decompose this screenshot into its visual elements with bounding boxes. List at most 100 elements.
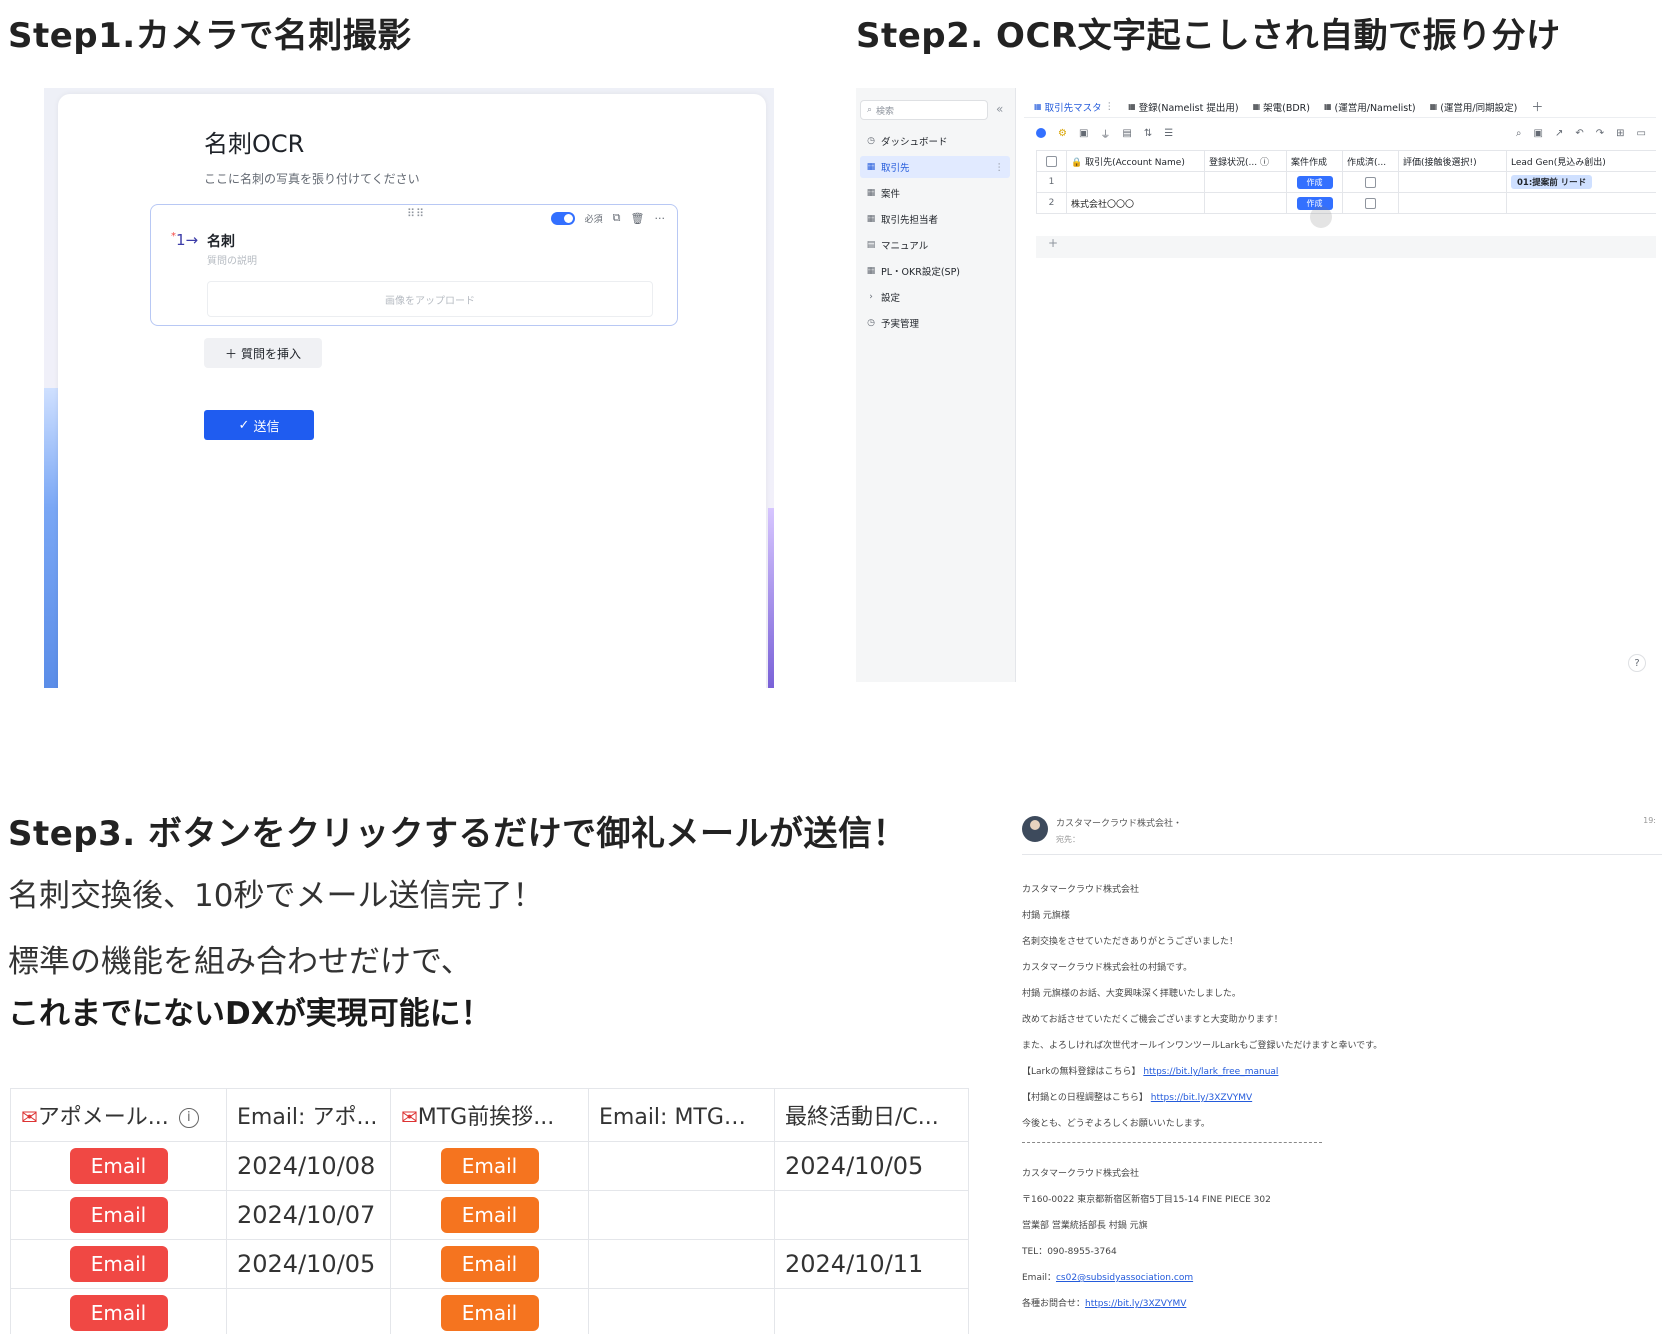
search-input[interactable]: ⌕ 検索	[860, 100, 988, 120]
mail-from: カスタマークラウド株式会社・	[1056, 819, 1183, 829]
mtg-email-button[interactable]: Email	[440, 1246, 539, 1282]
sidebar-item-budget[interactable]: ◷ 予実管理	[860, 312, 1010, 334]
form-card: 名刺OCR ここに名刺の写真を張り付けてください ⠿⠿ 必須 ⧉ 🗑 ··· *…	[58, 94, 766, 688]
row-height-icon[interactable]: ☰	[1164, 128, 1173, 139]
sidebar-item-contacts[interactable]: ▦ 取引先担当者	[860, 208, 1010, 230]
comment-icon[interactable]: ▭	[1637, 128, 1646, 139]
mtg-email-button[interactable]: Email	[440, 1295, 539, 1331]
created-checkbox[interactable]	[1365, 176, 1376, 188]
column-header-rating[interactable]: 評価(接触後選択!)	[1398, 150, 1507, 172]
insert-question-button[interactable]: ＋質問を挿入	[204, 338, 322, 368]
mail-body-line: また、よろしければ次世代オールインワンツールLarkもご登録いただけますと幸いで…	[1022, 1041, 1383, 1051]
sidebar-item-deals[interactable]: ▦ 案件	[860, 182, 1010, 204]
lead-gen-tag[interactable]: 01:提案前 リード	[1511, 175, 1593, 189]
sidebar-item-dashboard[interactable]: ◷ ダッシュボード	[860, 130, 1010, 152]
column-header-appointment-email[interactable]: Email: アポ...	[226, 1088, 391, 1142]
tab-registration[interactable]: ▦ 登録(Namelist 提出用)	[1128, 100, 1238, 114]
view-tabs: ▦ 取引先マスタ ⋮ ▦ 登録(Namelist 提出用) ▦ 架電(BDR) ▦ (運営…	[1024, 96, 1656, 118]
tab-ops-namelist[interactable]: ▦ (運営用/Namelist)	[1324, 100, 1416, 114]
table-icon: ▦	[866, 214, 876, 224]
question-card[interactable]: ⠿⠿ 必須 ⧉ 🗑 ··· *1→ 名刺 質問の説明 画像をアップロード	[150, 204, 678, 326]
view-icon[interactable]: ⊞	[1616, 128, 1624, 139]
redo-icon[interactable]: ↷	[1596, 128, 1604, 139]
inquiry-link[interactable]: https://bit.ly/3XZVYMV	[1085, 1299, 1186, 1309]
base-main: ▦ 取引先マスタ ⋮ ▦ 登録(Namelist 提出用) ▦ 架電(BDR) ▦ (運営…	[1024, 88, 1656, 682]
question-label[interactable]: 名刺	[207, 231, 235, 251]
collapse-icon[interactable]: «	[996, 102, 1003, 116]
drag-handle-icon[interactable]: ⠿⠿	[407, 207, 425, 220]
undo-icon[interactable]: ↶	[1575, 128, 1583, 139]
select-all-checkbox[interactable]	[1036, 150, 1067, 172]
column-header-created[interactable]: 作成済(...	[1342, 150, 1399, 172]
column-header-last-activity[interactable]: 最終活動日/C...	[774, 1088, 969, 1142]
column-header-lead-gen[interactable]: Lead Gen(見込み創出)	[1506, 150, 1656, 172]
appointment-email-button[interactable]: Email	[69, 1246, 168, 1282]
share-icon[interactable]: ↗	[1555, 128, 1563, 139]
trash-icon[interactable]: 🗑	[631, 212, 645, 225]
table-row[interactable]: 1 作成 01:提案前 リード	[1036, 171, 1656, 193]
sidebar-item-accounts[interactable]: ▦ 取引先 ⋮	[860, 156, 1010, 178]
lead-gen-cell[interactable]	[1506, 192, 1656, 214]
column-header-appointment-mail[interactable]: ✉アポメール... i	[10, 1088, 227, 1142]
step3-line2: 標準の機能を組み合わせだけで、	[8, 944, 472, 980]
mtg-email-button[interactable]: Email	[440, 1148, 539, 1184]
required-toggle[interactable]	[550, 211, 575, 225]
account-cell[interactable]: 株式会社〇〇〇	[1066, 192, 1205, 214]
table-row: Email 2024/10/07 Email	[10, 1190, 969, 1240]
form-title: 名刺OCR	[204, 130, 305, 158]
settings-icon[interactable]: ⚙	[1058, 128, 1067, 139]
appointment-email-date: 2024/10/07	[226, 1190, 391, 1240]
column-header-create[interactable]: 案件作成	[1286, 150, 1343, 172]
appointment-email-button[interactable]: Email	[69, 1295, 168, 1331]
email-link[interactable]: cs02@subsidyassociation.com	[1056, 1273, 1193, 1283]
search-icon[interactable]: ⌕	[1516, 128, 1522, 139]
more-icon[interactable]: ···	[655, 212, 666, 225]
tab-ops-sync[interactable]: ▦ (運営用/同期設定)	[1430, 100, 1518, 114]
signature-line: カスタマークラウド株式会社	[1022, 1169, 1140, 1179]
appointment-email-date: 2024/10/08	[226, 1141, 391, 1191]
info-icon[interactable]: i	[178, 1108, 199, 1128]
mail-icon: ✉	[21, 1105, 38, 1129]
submit-button[interactable]: ✓ 送信	[204, 410, 314, 440]
created-checkbox[interactable]	[1365, 197, 1376, 209]
help-icon[interactable]: ?	[1628, 654, 1646, 672]
step3-title: Step3. ボタンをクリックするだけで御礼メールが送信！	[8, 814, 908, 854]
filter-icon[interactable]: ⏚	[1100, 126, 1110, 141]
table-icon: ▦	[866, 266, 876, 276]
tab-bdr[interactable]: ▦ 架電(BDR)	[1253, 100, 1310, 114]
record-icon[interactable]	[1036, 128, 1046, 138]
column-header-mtg-mail[interactable]: ✉MTG前挨拶...	[390, 1088, 589, 1142]
form-icon[interactable]: ▣	[1534, 128, 1543, 139]
column-header-status[interactable]: 登録状況(... ⓘ	[1204, 150, 1287, 172]
field-icon[interactable]: ▣	[1079, 128, 1088, 139]
add-tab-button[interactable]: ＋	[1531, 98, 1543, 115]
signature-line: 営業部 営業統括部長 村鍋 元旗	[1022, 1221, 1148, 1231]
tab-accounts-master[interactable]: ▦ 取引先マスタ ⋮	[1034, 100, 1114, 114]
meeting-link[interactable]: https://bit.ly/3XZVYMV	[1151, 1093, 1252, 1103]
more-icon[interactable]: ⋮	[995, 162, 1005, 173]
step2-base-screenshot: ⌕ 検索 « ◷ ダッシュボード ▦ 取引先 ⋮ ▦ 案件 ▦ 取引先担当者 ▤ マニュアル …	[856, 88, 1656, 682]
question-description[interactable]: 質問の説明	[207, 252, 257, 267]
group-icon[interactable]: ▤	[1122, 128, 1131, 139]
appointment-email-button[interactable]: Email	[69, 1197, 168, 1233]
create-button[interactable]: 作成	[1296, 175, 1333, 189]
sidebar-item-pl-okr[interactable]: ▦ PL・OKR設定(SP)	[860, 260, 1010, 282]
sidebar-item-settings[interactable]: › 設定	[860, 286, 1010, 308]
mtg-email-date	[588, 1190, 775, 1240]
column-header-mtg-email[interactable]: Email: MTG前...	[588, 1088, 775, 1142]
add-row-button[interactable]: +	[1036, 236, 1656, 258]
appointment-email-button[interactable]: Email	[69, 1148, 168, 1184]
lark-link[interactable]: https://bit.ly/lark_free_manual	[1143, 1067, 1278, 1077]
account-cell[interactable]	[1066, 171, 1205, 193]
sidebar-item-manual[interactable]: ▤ マニュアル	[860, 234, 1010, 256]
mtg-email-button[interactable]: Email	[440, 1197, 539, 1233]
signature-email-line: Email：cs02@subsidyassociation.com	[1022, 1273, 1194, 1283]
table-row[interactable]: 2 株式会社〇〇〇 作成	[1036, 192, 1656, 214]
image-upload-field[interactable]: 画像をアップロード	[207, 281, 653, 317]
table-icon: ▦	[866, 162, 876, 172]
records-table: 🔒 取引先(Account Name) 登録状況(... ⓘ 案件作成 作成済(…	[1036, 150, 1656, 214]
mtg-email-date	[588, 1288, 775, 1334]
sort-icon[interactable]: ⇅	[1144, 128, 1152, 139]
copy-icon[interactable]: ⧉	[613, 211, 621, 225]
column-header-account[interactable]: 🔒 取引先(Account Name)	[1066, 150, 1205, 172]
